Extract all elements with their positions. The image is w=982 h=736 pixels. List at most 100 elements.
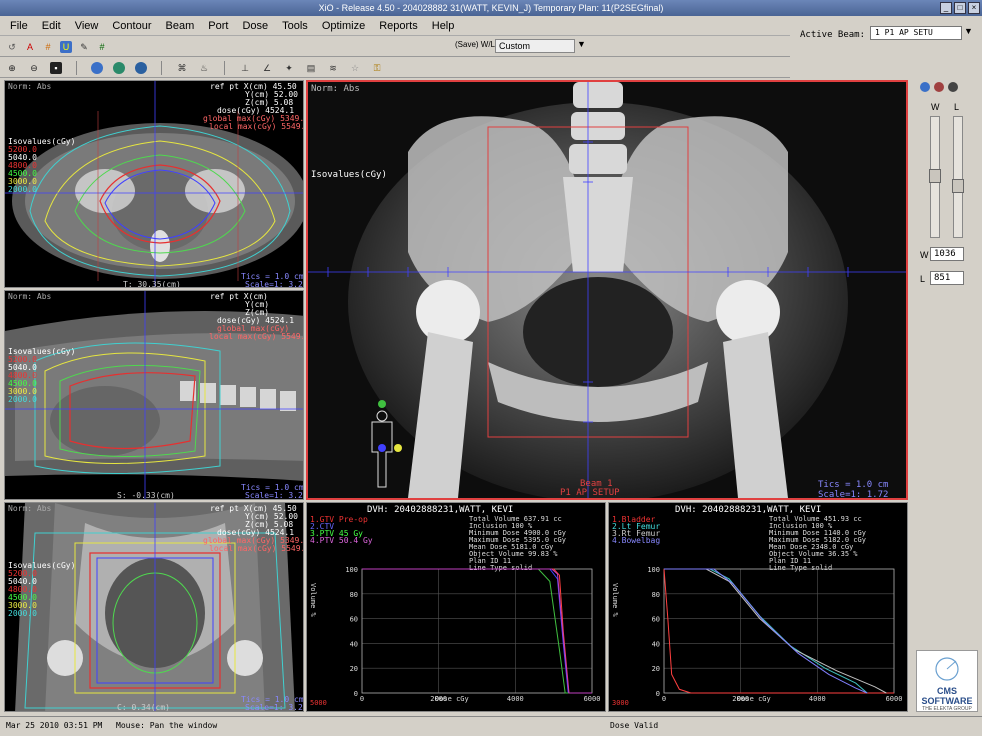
toolbar-separator <box>161 60 162 75</box>
coronal-view[interactable]: Norm: Abs ref pt X(cm) 45.50 Y(cm) 52.00… <box>4 502 304 712</box>
ruler-icon[interactable]: ⊥ <box>239 62 251 74</box>
orient-beam-icon[interactable] <box>934 82 944 92</box>
menu-edit[interactable]: Edit <box>42 20 61 32</box>
menu-contour[interactable]: Contour <box>112 20 151 32</box>
dvh-x-tick: 4000 <box>507 695 524 703</box>
beam-tool-icon[interactable]: ⌘ <box>176 62 188 74</box>
axial-coord: T: 30.35(cm) <box>123 280 181 288</box>
text-tool-icon[interactable]: A <box>24 41 36 53</box>
dvh-y-tick: 100 <box>647 566 660 574</box>
window-titlebar: XiO - Release 4.50 - 204028882 31(WATT, … <box>0 0 982 16</box>
undo-icon[interactable]: ↺ <box>6 41 18 53</box>
axial-scale: Scale=1: 3.23 <box>245 280 304 288</box>
toolbar-secondary: ⊕ ⊖ ▪ ⌘ ♨ ⊥ ∠ ✦ ▤ ≋ ☆ ⚿ <box>0 58 790 78</box>
cms-logo: CMS SOFTWARE THE ELEKTA GROUP <box>916 650 978 712</box>
dvh-y-tick: 60 <box>652 616 660 624</box>
active-beam-select[interactable]: 1 P1 AP SETU <box>870 26 962 40</box>
drr-norm: Norm: Abs <box>311 84 360 94</box>
level-slider[interactable] <box>952 116 964 238</box>
sagittal-view[interactable]: Norm: Abs ref pt X(cm) Y(cm) Z(cm) dose(… <box>4 290 304 500</box>
grid-icon[interactable]: # <box>42 41 54 53</box>
toolbar-separator <box>76 60 77 75</box>
maximize-icon[interactable]: □ <box>954 2 966 14</box>
dvh-x-tick: 6000 <box>886 695 903 703</box>
dvh-series-line <box>362 568 592 694</box>
dvh-panel-organs[interactable]: DVH: 20402888231,WATT, KEVI 1.Bladder 2.… <box>608 502 908 712</box>
menu-dose[interactable]: Dose <box>242 20 268 32</box>
save-wl-button[interactable]: (Save) W/L <box>455 40 495 49</box>
dvh-plot-frame <box>663 568 895 694</box>
dvh-panel-targets[interactable]: DVH: 20402888231,WATT, KEVI 1.GTV Pre-op… <box>306 502 606 712</box>
level-slider-knob[interactable] <box>952 179 964 193</box>
axial-isovalue: 2000.0 <box>8 185 37 194</box>
dvh-x-tick: 2000 <box>430 695 447 703</box>
toolbar-primary: ↺ A # U ✎ # (Save) W/L Custom ▼ <box>0 37 790 57</box>
dvh-y-tick: 20 <box>652 665 660 673</box>
menu-help[interactable]: Help <box>432 20 455 32</box>
menu-reports[interactable]: Reports <box>379 20 418 32</box>
dvh-y-tick: 0 <box>354 690 358 698</box>
chart-icon[interactable]: ▤ <box>305 62 317 74</box>
chevron-down-icon[interactable]: ▼ <box>577 39 586 49</box>
menu-view[interactable]: View <box>75 20 99 32</box>
wl-preset-select[interactable]: Custom <box>495 39 575 53</box>
hash-tool-icon[interactable]: # <box>96 41 108 53</box>
beam-eye-view[interactable]: Norm: Abs Isovalues(cGy) Beam 1 P1 AP SE… <box>306 80 908 500</box>
dvh-x-tick: 2000 <box>732 695 749 703</box>
sagittal-norm: Norm: Abs <box>8 292 52 301</box>
window-title: XiO - Release 4.50 - 204028882 31(WATT, … <box>318 3 664 13</box>
star-icon[interactable]: ☆ <box>349 62 361 74</box>
dvh-y-tick: 80 <box>652 591 660 599</box>
menu-beam[interactable]: Beam <box>166 20 195 32</box>
dvh-x-tick: 6000 <box>584 695 601 703</box>
orient-eye-icon[interactable] <box>948 82 958 92</box>
menu-tools[interactable]: Tools <box>282 20 308 32</box>
wrench-icon[interactable]: ✎ <box>78 41 90 53</box>
dvh-series-line <box>362 568 592 694</box>
shield-icon[interactable]: U <box>60 40 72 53</box>
dvh-series-line <box>663 568 894 694</box>
zoom-out-icon[interactable]: ⊖ <box>28 62 40 74</box>
status-mouse: Mouse: Pan the window <box>116 721 218 730</box>
menu-port[interactable]: Port <box>208 20 228 32</box>
coronal-norm: Norm: Abs <box>8 504 52 513</box>
dose-plot-icon[interactable]: ≋ <box>327 62 339 74</box>
drr-scale: Scale=1: 1.72 <box>818 490 889 500</box>
point-icon[interactable]: ✦ <box>283 62 295 74</box>
globe-icon[interactable] <box>91 61 103 74</box>
menu-optimize[interactable]: Optimize <box>322 20 365 32</box>
axial-view[interactable]: Norm: Abs ref pt X(cm) 45.50 Y(cm) 52.00… <box>4 80 304 288</box>
orient-globe-icon[interactable] <box>920 82 930 92</box>
dvh-y-tick: 40 <box>350 640 358 648</box>
minimize-icon[interactable]: _ <box>940 2 952 14</box>
zoom-in-icon[interactable]: ⊕ <box>6 62 18 74</box>
dvh-y-tick: 80 <box>350 591 358 599</box>
dvh-y-tick: 20 <box>350 665 358 673</box>
close-icon[interactable]: × <box>968 2 980 14</box>
globe-view-icon[interactable] <box>135 61 147 74</box>
window-width-input[interactable]: 1036 <box>930 247 964 261</box>
coronal-scale: Scale=1: 3.23 <box>245 703 304 712</box>
dvh-series-line <box>362 568 592 694</box>
l-slider-label: L <box>954 102 960 112</box>
dvh-x-tick: 0 <box>662 695 666 703</box>
save-icon[interactable]: ▪ <box>50 61 62 74</box>
couch-tool-icon[interactable]: ♨ <box>198 62 210 74</box>
axial-ref-line: local max(cGy) 5549.0 <box>209 122 304 131</box>
sagittal-ref-line: local max(cGy) 5549.0 <box>209 332 304 341</box>
menu-file[interactable]: File <box>10 20 28 32</box>
l-field-label: L <box>920 274 926 284</box>
window-level-input[interactable]: 851 <box>930 271 964 285</box>
drr-tics: Tics = 1.0 cm <box>818 480 889 490</box>
sagittal-coord: S: -0.33(cm) <box>117 491 175 500</box>
lock-icon[interactable]: ⚿ <box>371 62 383 74</box>
chevron-down-icon[interactable]: ▼ <box>964 26 973 36</box>
globe-alt-icon[interactable] <box>113 61 125 74</box>
w-slider-label: W <box>931 102 940 112</box>
status-datetime: Mar 25 2010 03:51 PM <box>6 721 103 730</box>
window-slider-knob[interactable] <box>929 169 941 183</box>
status-bar: Mar 25 2010 03:51 PM Mouse: Pan the wind… <box>0 716 982 736</box>
dvh-y-tick: 0 <box>656 690 660 698</box>
measure-icon[interactable]: ∠ <box>261 62 273 74</box>
window-slider[interactable] <box>929 116 941 238</box>
